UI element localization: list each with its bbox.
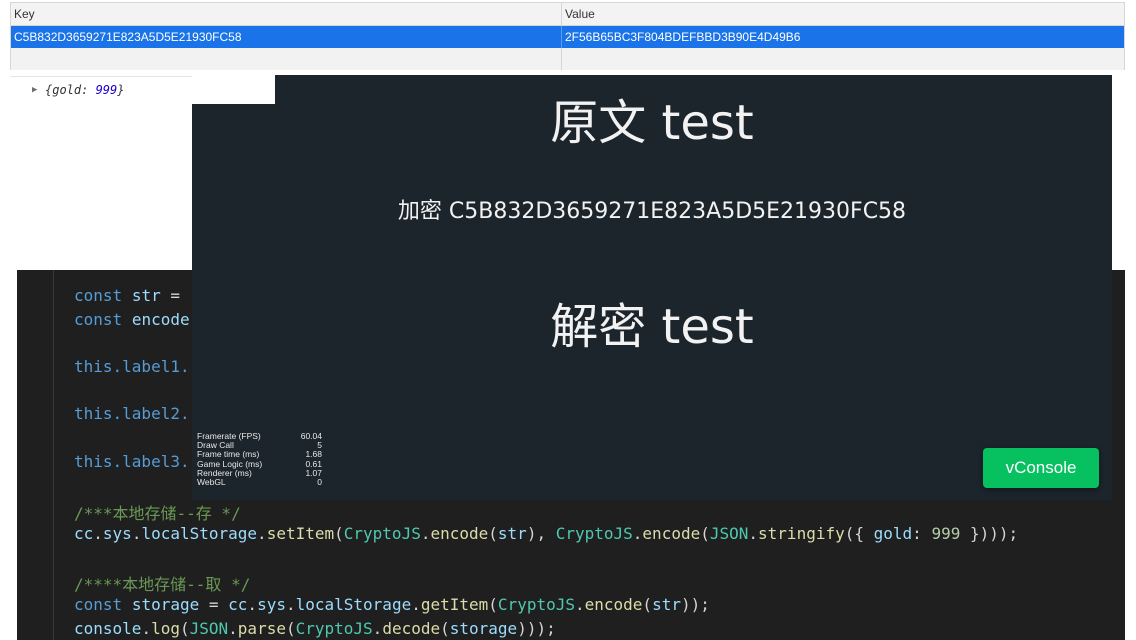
object-close: }: [117, 83, 125, 97]
object-key: {gold:: [45, 83, 96, 97]
decrypted-text-label: 解密 test: [550, 299, 754, 355]
indent-guide: [53, 270, 54, 640]
variable: str: [131, 286, 161, 305]
code-line: const storage = cc.sys.localStorage.getI…: [74, 595, 710, 614]
code-text: this.label1.: [74, 357, 190, 376]
code-line: this.label3.: [74, 452, 190, 471]
empty-value-cell: [562, 48, 1124, 70]
stat-value: 0: [317, 477, 322, 488]
empty-key-cell: [11, 48, 562, 70]
key-cell[interactable]: C5B832D3659271E823A5D5E21930FC58: [11, 26, 562, 48]
code-comment: /***本地存储--存 */: [74, 504, 241, 523]
table-header: Key Value: [11, 3, 1124, 26]
key-column-header[interactable]: Key: [11, 3, 562, 25]
variable: encode: [131, 310, 190, 329]
stat-label: WebGL: [197, 477, 226, 488]
expand-triangle-icon[interactable]: ▶: [32, 85, 37, 95]
code-text: this.label2.: [74, 404, 190, 423]
table-row[interactable]: C5B832D3659271E823A5D5E21930FC58 2F56B65…: [11, 26, 1124, 48]
code-line: const str =: [74, 286, 180, 305]
code-comment: /****本地存储--取 */: [74, 575, 251, 594]
keyword: const: [74, 286, 123, 305]
number-literal: 999: [931, 524, 961, 543]
variable: storage: [131, 595, 200, 614]
local-storage-table: Key Value C5B832D3659271E823A5D5E21930FC…: [10, 2, 1125, 70]
code-line: cc.sys.localStorage.setItem(CryptoJS.enc…: [74, 524, 1019, 543]
stats-panel: Framerate (FPS) 60.04 Draw Call 5 Frame ti…: [197, 431, 322, 488]
code-line: this.label2.: [74, 404, 190, 423]
game-canvas[interactable]: 原文 test 加密 C5B832D3659271E823A5D5E21930F…: [192, 75, 1112, 500]
original-text-label: 原文 test: [550, 95, 754, 151]
keyword: const: [74, 310, 123, 329]
code-line: this.label1.: [74, 357, 190, 376]
empty-table-row[interactable]: [11, 48, 1124, 70]
value-cell[interactable]: 2F56B65BC3F804BDEFBBD3B90E4D49B6: [562, 26, 1124, 48]
encrypted-text-label: 加密 C5B832D3659271E823A5D5E21930FC58: [397, 199, 907, 224]
object-value: 999: [95, 83, 118, 97]
code-line: const encode: [74, 310, 190, 329]
vconsole-button[interactable]: vConsole: [983, 448, 1099, 488]
stat-row: WebGL 0: [197, 477, 322, 488]
code-line: console.log(JSON.parse(CryptoJS.decode(s…: [74, 619, 556, 638]
operator: =: [160, 286, 180, 305]
code-text: this.label3.: [74, 452, 190, 471]
logged-object[interactable]: {gold: 999}: [45, 83, 125, 97]
value-column-header[interactable]: Value: [562, 3, 1124, 25]
